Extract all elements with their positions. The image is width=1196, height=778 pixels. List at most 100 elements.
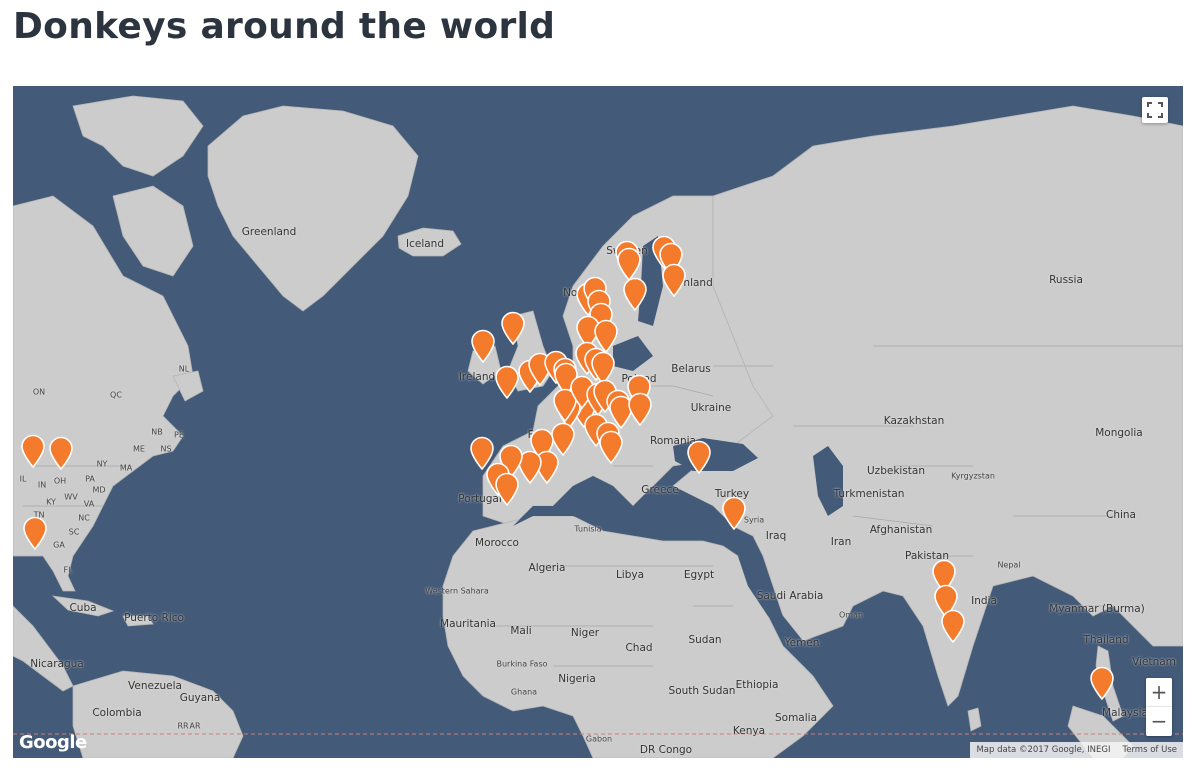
- zoom-out-button[interactable]: −: [1146, 707, 1172, 735]
- map-marker-pin[interactable]: [686, 440, 712, 474]
- map-label: Burkina Faso: [496, 659, 548, 669]
- map-marker-pin[interactable]: [494, 472, 520, 506]
- map-label: South Sudan: [668, 685, 736, 697]
- map-label: Mali: [510, 625, 532, 637]
- map-label: KY: [46, 497, 56, 507]
- map-label: Kazakhstan: [883, 415, 945, 427]
- map-label: Turkmenistan: [833, 488, 905, 500]
- map-label: Nicaragua: [30, 658, 84, 670]
- map-marker-pin[interactable]: [1089, 666, 1115, 700]
- map-label: India: [971, 595, 997, 607]
- map-label: Western Sahara: [425, 586, 489, 596]
- map-label: Russia: [1049, 274, 1083, 286]
- map-label: Algeria: [528, 562, 566, 574]
- map-label: Saudi Arabia: [756, 590, 824, 602]
- map-marker-pin[interactable]: [616, 247, 642, 281]
- terms-of-use-link[interactable]: Terms of Use: [1122, 745, 1177, 755]
- map-label: RR: [177, 721, 189, 731]
- map-label: Iceland: [405, 238, 445, 250]
- map-label: China: [1106, 509, 1136, 521]
- map-label: OH: [53, 476, 67, 486]
- map-marker-pin[interactable]: [940, 609, 966, 643]
- map-label: GA: [53, 540, 65, 550]
- map-marker-pin[interactable]: [622, 277, 648, 311]
- map-label: Egypt: [683, 569, 715, 581]
- map-label: ME: [133, 444, 145, 454]
- fullscreen-button[interactable]: [1142, 97, 1168, 123]
- map-label: NL: [178, 364, 190, 374]
- map-label: Thailand: [1083, 634, 1129, 646]
- land-arctic-islands: [72, 95, 204, 177]
- map-label: Yemen: [784, 637, 820, 649]
- map-marker-pin[interactable]: [661, 263, 687, 297]
- map-label: FL: [63, 565, 73, 575]
- map-label: Kenya: [732, 725, 766, 737]
- map-label: Nepal: [997, 560, 1021, 570]
- land-central-america: [13, 605, 74, 692]
- map-label: Ethiopia: [735, 679, 779, 691]
- map-label: Vietnam: [1132, 656, 1176, 668]
- map-marker-pin[interactable]: [470, 329, 496, 363]
- map-label: Morocco: [475, 537, 519, 549]
- map-attribution: Map data ©2017 Google, INEGI Terms of Us…: [970, 742, 1183, 758]
- map-label: Mongolia: [1095, 427, 1143, 439]
- world-map[interactable]: GreenlandIcelandSwedenNorwayFinlandRussi…: [13, 86, 1183, 758]
- map-label: NS: [160, 444, 172, 454]
- map-label: SC: [68, 527, 80, 537]
- map-label: Chad: [625, 642, 653, 654]
- map-marker-pin[interactable]: [500, 311, 526, 345]
- map-label: MA: [119, 463, 133, 473]
- map-label: Mauritania: [440, 618, 496, 630]
- map-label: ON: [32, 387, 46, 397]
- google-logo[interactable]: Google: [19, 732, 87, 753]
- map-label: Iran: [830, 536, 852, 548]
- map-marker-pin[interactable]: [598, 430, 624, 464]
- map-label: Malaysia: [1102, 707, 1148, 719]
- map-label: Gabon: [585, 734, 613, 744]
- map-label: Somalia: [774, 712, 818, 724]
- map-marker-pin[interactable]: [627, 392, 653, 426]
- map-label: WV: [64, 492, 78, 502]
- map-label: Libya: [615, 569, 645, 581]
- map-label: IN: [37, 480, 47, 490]
- map-label: VA: [83, 499, 95, 509]
- map-marker-pin[interactable]: [48, 436, 74, 470]
- map-marker-pin[interactable]: [721, 496, 747, 530]
- map-label: AR: [189, 721, 201, 731]
- map-label: Afghanistan: [869, 524, 933, 536]
- map-label: Oman: [838, 610, 864, 620]
- page-title: Donkeys around the world: [13, 6, 556, 47]
- map-label: PE: [174, 430, 184, 440]
- zoom-controls: + −: [1146, 678, 1172, 736]
- map-label: Iraq: [765, 530, 787, 542]
- map-label: Ukraine: [690, 402, 732, 414]
- map-label: IL: [19, 474, 27, 484]
- map-label: Ireland: [458, 371, 496, 383]
- map-label: DR Congo: [639, 744, 693, 756]
- map-label: Uzbekistan: [867, 465, 925, 477]
- map-marker-pin[interactable]: [20, 434, 46, 468]
- fullscreen-icon: [1147, 102, 1163, 118]
- map-marker-pin[interactable]: [22, 516, 48, 550]
- map-label: NY: [96, 459, 108, 469]
- map-label: Myanmar (Burma): [1049, 603, 1145, 615]
- land-greenland: [207, 105, 419, 312]
- map-label: QC: [110, 390, 122, 400]
- map-label: Nigeria: [558, 673, 596, 685]
- map-label: MD: [92, 485, 106, 495]
- map-label: Niger: [570, 627, 600, 639]
- land-baffin: [112, 185, 194, 277]
- map-label: NB: [151, 427, 163, 437]
- map-label: PA: [85, 474, 95, 484]
- land-sri-lanka: [967, 707, 982, 732]
- map-label: Venezuela: [128, 680, 182, 692]
- land-newfoundland: [172, 370, 204, 402]
- zoom-in-button[interactable]: +: [1146, 678, 1172, 707]
- map-label: Kyrgyzstan: [951, 471, 995, 481]
- map-label: Greece: [641, 484, 679, 496]
- map-label: Tunisia: [574, 524, 602, 534]
- map-label: Ghana: [510, 687, 538, 697]
- map-data-attribution: Map data ©2017 Google, INEGI: [976, 745, 1111, 755]
- map-label: Cuba: [69, 602, 97, 614]
- map-label: Guyana: [179, 692, 221, 704]
